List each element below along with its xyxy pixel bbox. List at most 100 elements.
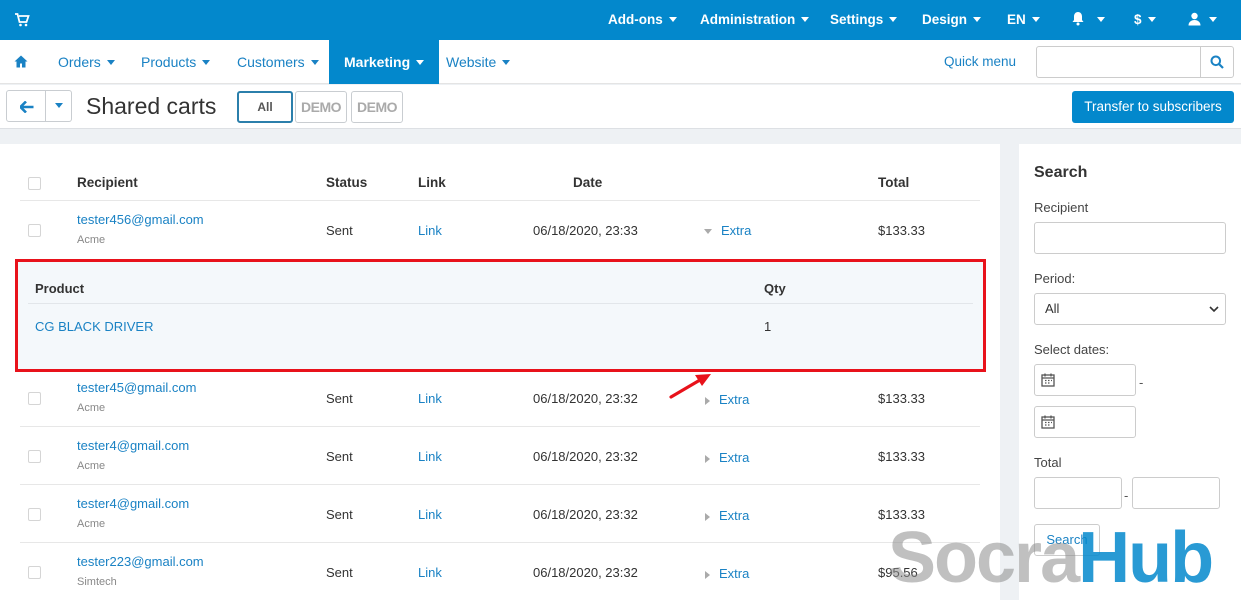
nav-products[interactable]: Products [141,40,211,84]
date-text: 06/18/2020, 23:32 [533,565,638,580]
recipient-company: Acme [77,460,106,472]
recipient-email-link[interactable]: tester4@gmail.com [77,438,189,453]
cart-icon[interactable] [14,12,30,28]
top-menu-addons[interactable]: Add-ons [608,0,677,40]
nav-customers[interactable]: Customers [237,40,319,84]
total-max-input[interactable] [1132,477,1220,509]
period-label: Period: [1034,271,1076,286]
divider [20,200,980,201]
notifications-menu[interactable] [1071,0,1105,40]
top-menu-design[interactable]: Design [922,0,982,40]
extra-toggle[interactable]: Extra [705,508,749,523]
top-menu-settings[interactable]: Settings [830,0,898,40]
top-menu-label: EN [1007,12,1026,27]
quick-menu-link[interactable]: Quick menu [944,40,1016,84]
date-to-input[interactable] [1034,406,1136,438]
recipient-email-link[interactable]: tester45@gmail.com [77,380,196,395]
extra-header-qty: Qty [764,281,786,296]
transfer-to-subscribers-button[interactable]: Transfer to subscribers [1072,91,1234,123]
header-recipient: Recipient [77,175,138,190]
user-menu[interactable] [1188,0,1217,40]
date-text: 06/18/2020, 23:33 [533,223,638,238]
divider [20,426,980,427]
header-total: Total [878,175,910,190]
status-text: Sent [326,565,353,580]
status-text: Sent [326,449,353,464]
title-bar: Shared carts All DEMO DEMO Transfer to s… [0,85,1241,129]
storefront-tab-demo-1[interactable]: DEMO [295,91,347,123]
recipient-email-link[interactable]: tester223@gmail.com [77,554,204,569]
recipient-label: Recipient [1034,200,1089,215]
calendar-icon [1041,415,1055,429]
row-checkbox[interactable] [28,508,41,521]
back-button[interactable] [6,90,46,122]
recipient-email-link[interactable]: tester456@gmail.com [77,212,204,227]
chevron-down-icon [1097,16,1105,22]
total-range-dash: - [1124,488,1129,503]
extra-toggle[interactable]: Extra [705,450,749,465]
chevron-down-icon [1147,16,1156,22]
select-all-checkbox[interactable] [28,177,41,190]
top-menu-label: Design [922,12,968,27]
row-checkbox[interactable] [28,450,41,463]
recipient-company: Acme [77,402,106,414]
caret-right-icon [705,454,710,463]
total-text: $133.33 [878,391,925,406]
chevron-down-icon [310,59,319,65]
caret-right-icon [705,570,710,579]
recipient-company: Acme [77,518,106,530]
cart-link[interactable]: Link [418,565,442,580]
extra-toggle[interactable]: Extra [704,223,751,238]
divider [28,303,973,304]
cart-link[interactable]: Link [418,449,442,464]
shared-carts-table: Recipient Status Link Date Total tester4… [0,144,1000,600]
extra-label: Extra [719,450,750,465]
total-min-input[interactable] [1034,477,1122,509]
recipient-input[interactable] [1034,222,1226,254]
global-search-button[interactable] [1200,47,1233,77]
global-search-input[interactable] [1037,47,1201,77]
chevron-down-icon [801,16,810,22]
period-select[interactable]: All [1034,293,1226,325]
recipient-email-link[interactable]: tester4@gmail.com [77,496,189,511]
nav-website[interactable]: Website [446,40,511,84]
storefront-tab-demo-2[interactable]: DEMO [351,91,403,123]
top-menu-label: Add-ons [608,12,663,27]
row-checkbox[interactable] [28,392,41,405]
cart-link[interactable]: Link [418,507,442,522]
date-range-dash: - [1139,375,1144,390]
watermark-part-2: Hub [1078,518,1214,598]
currency-menu[interactable]: $ [1134,0,1156,40]
row-checkbox[interactable] [28,224,41,237]
row-checkbox[interactable] [28,566,41,579]
extra-product-link[interactable]: CG BLACK DRIVER [35,319,153,334]
top-menu-label: Settings [830,12,884,27]
nav-marketing[interactable]: Marketing [329,40,440,84]
chevron-down-icon [502,59,511,65]
date-from-input[interactable] [1034,364,1136,396]
top-menu-label: Administration [700,12,796,27]
date-text: 06/18/2020, 23:32 [533,507,638,522]
nav-label: Marketing [344,54,411,70]
top-menu-language[interactable]: EN [1007,0,1040,40]
home-link[interactable] [14,40,28,84]
storefront-tab-all[interactable]: All [237,91,293,123]
top-bar: Add-ons Administration Settings Design E… [0,0,1241,40]
watermark-part-1: Socra [888,518,1080,598]
cart-link[interactable]: Link [418,223,442,238]
back-dropdown-button[interactable] [46,90,72,122]
extra-toggle[interactable]: Extra [705,566,749,581]
main-nav: Orders Products Customers Marketing Webs… [0,40,1241,84]
sidebar-title: Search [1034,164,1088,181]
status-text: Sent [326,223,353,238]
extra-header-product: Product [35,281,85,296]
global-search [1036,46,1234,78]
header-link: Link [418,175,446,190]
top-menu-administration[interactable]: Administration [700,0,810,40]
cart-link[interactable]: Link [418,391,442,406]
calendar-icon [1041,373,1055,387]
nav-orders[interactable]: Orders [58,40,115,84]
extra-label: Extra [719,508,750,523]
period-value: All [1045,301,1060,316]
chevron-down-icon [54,103,63,109]
